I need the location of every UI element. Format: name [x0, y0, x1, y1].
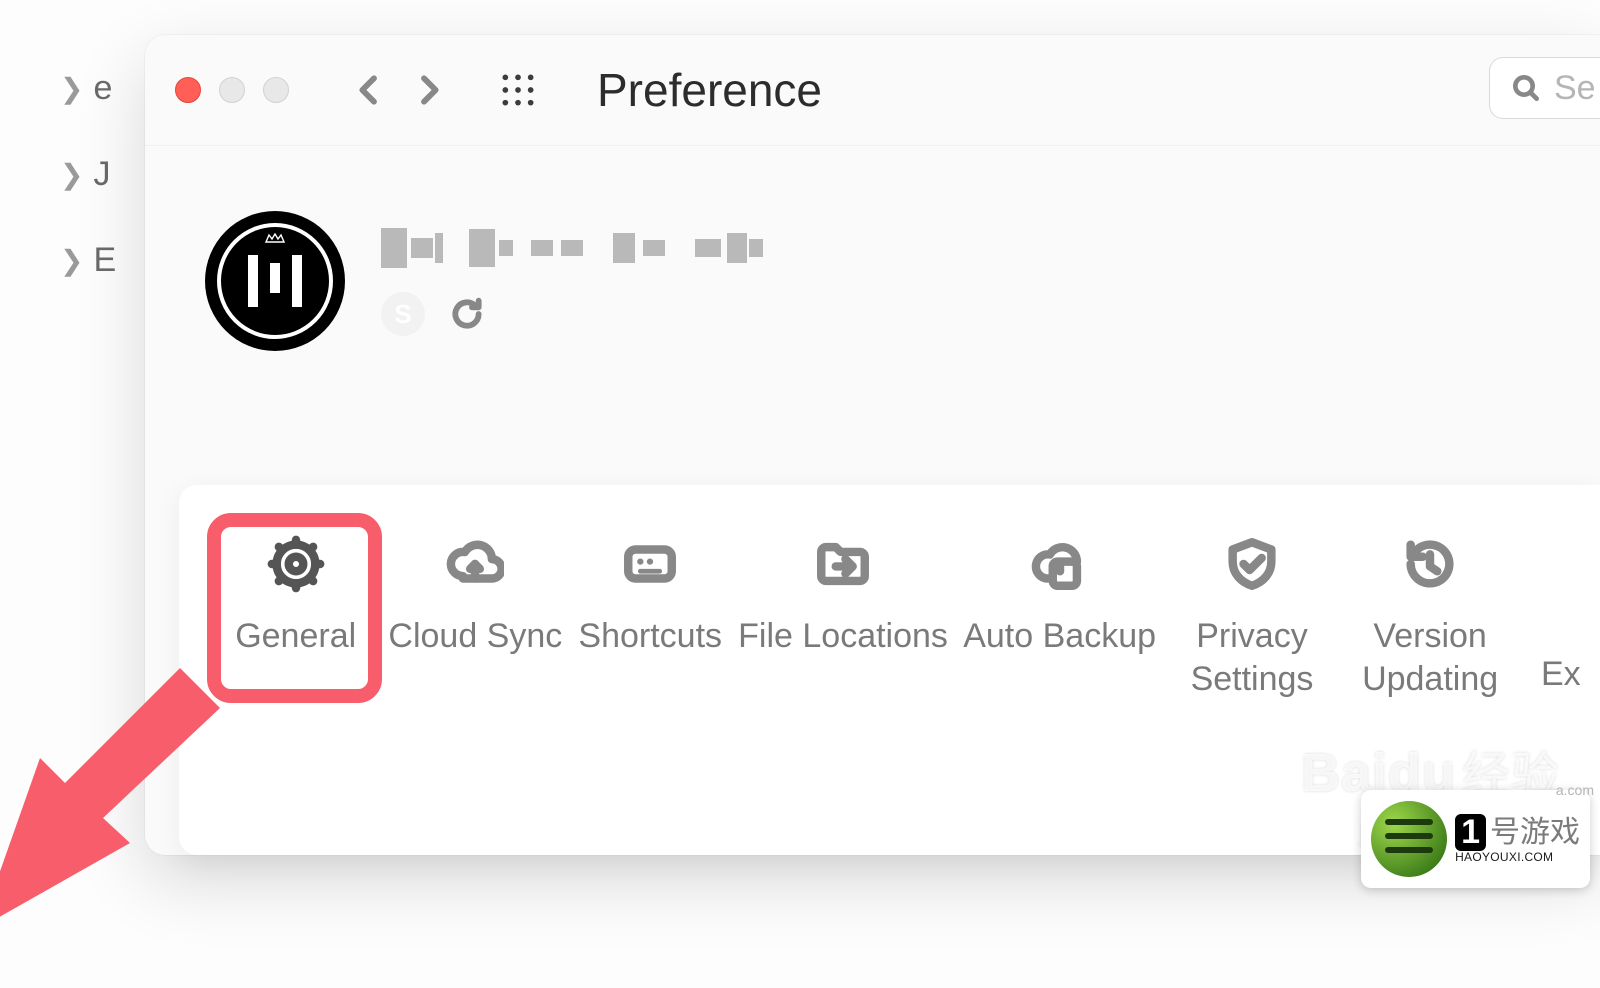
- tab-auto-backup[interactable]: Auto Backup: [954, 525, 1165, 668]
- search-input[interactable]: Se: [1489, 57, 1600, 119]
- tab-extra[interactable]: Ex: [1522, 525, 1600, 705]
- cloud-sync-icon: [446, 535, 504, 593]
- nav-buttons: [349, 70, 449, 110]
- tab-label: Privacy Settings: [1191, 615, 1314, 700]
- sidebar-item-initial: E: [93, 241, 116, 280]
- refresh-button[interactable]: [447, 294, 487, 334]
- close-button[interactable]: [175, 77, 201, 103]
- plan-badge: S: [381, 292, 425, 336]
- account-info: S: [381, 226, 763, 336]
- preference-window: Preference Se: [145, 35, 1600, 855]
- tab-label: Version Updating: [1362, 615, 1498, 700]
- sidebar-fragment: ❯ e ❯ J ❯ E: [0, 0, 130, 988]
- site-badge: a.com 1 号游戏 HAOYOUXI.COM: [1361, 790, 1590, 888]
- chevron-right-icon: ❯: [60, 72, 83, 105]
- sidebar-row[interactable]: ❯ E: [0, 220, 130, 300]
- tab-label: Cloud Sync: [388, 615, 562, 658]
- tab-general[interactable]: General: [209, 525, 382, 668]
- sidebar-row[interactable]: ❯ e: [0, 48, 130, 128]
- folder-arrow-icon: [814, 535, 872, 593]
- shield-check-icon: [1223, 535, 1281, 593]
- zoom-button[interactable]: [263, 77, 289, 103]
- search-icon: [1510, 72, 1542, 104]
- account-section: S: [145, 146, 1600, 391]
- window-titlebar: Preference Se: [145, 35, 1600, 146]
- sidebar-item-initial: J: [93, 155, 110, 194]
- tab-label: File Locations: [738, 615, 948, 658]
- nav-forward-button[interactable]: [409, 70, 449, 110]
- tab-privacy-settings[interactable]: Privacy Settings: [1165, 525, 1338, 710]
- sidebar-item-initial: e: [93, 69, 112, 108]
- chevron-right-icon: ❯: [60, 244, 83, 277]
- search-placeholder: Se: [1554, 69, 1596, 108]
- apps-grid-icon[interactable]: [499, 71, 537, 109]
- gear-icon: [267, 535, 325, 593]
- tab-shortcuts[interactable]: Shortcuts: [568, 525, 732, 668]
- tab-label: General: [235, 615, 356, 658]
- paw-icon: [1215, 747, 1285, 797]
- site-logo-icon: [1371, 801, 1447, 877]
- sidebar-row[interactable]: ❯ J: [0, 134, 130, 214]
- tab-cloud-sync[interactable]: Cloud Sync: [382, 525, 568, 668]
- tab-file-locations[interactable]: File Locations: [732, 525, 954, 668]
- tab-label: Shortcuts: [578, 615, 722, 658]
- account-name-redacted: [381, 226, 763, 270]
- backup-icon: [1031, 535, 1089, 593]
- window-title: Preference: [597, 63, 822, 117]
- avatar[interactable]: [205, 211, 345, 351]
- minimize-button[interactable]: [219, 77, 245, 103]
- chevron-right-icon: ❯: [60, 158, 83, 191]
- tab-version-updating[interactable]: Version Updating: [1339, 525, 1522, 710]
- nav-back-button[interactable]: [349, 70, 389, 110]
- tab-label: Ex: [1541, 653, 1581, 696]
- tab-label: Auto Backup: [963, 615, 1156, 658]
- window-traffic-lights: [175, 77, 289, 103]
- history-icon: [1401, 535, 1459, 593]
- keyboard-icon: [621, 535, 679, 593]
